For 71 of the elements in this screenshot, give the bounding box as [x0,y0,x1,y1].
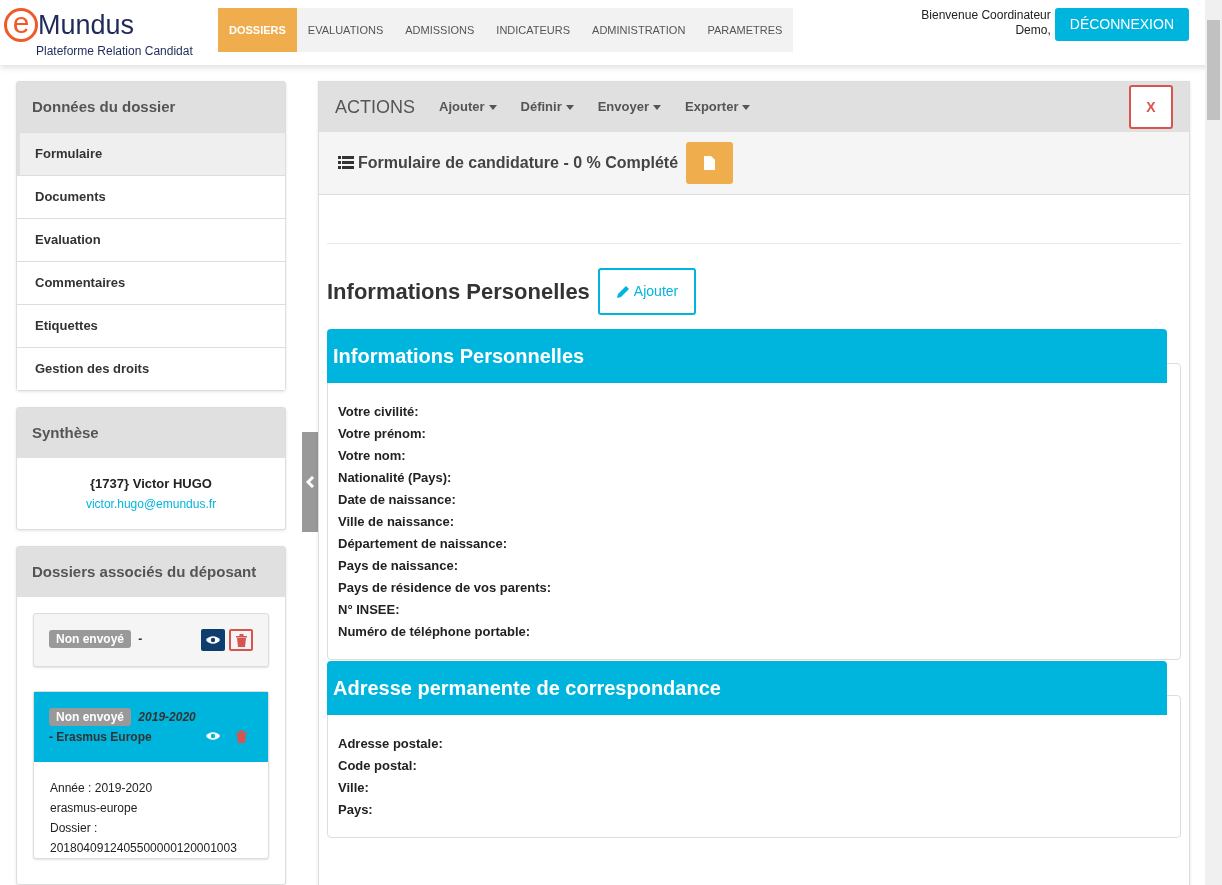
sidebar-item[interactable]: Documents [17,175,285,218]
trash-icon [235,729,247,743]
caret-icon [742,104,751,110]
panel-title: Dossiers associés du déposant [17,547,285,597]
pencil-icon [615,284,630,299]
detail-text: erasmus-europe [50,800,139,817]
caret-icon [565,104,574,110]
file-card[interactable]: Non envoyé 2019-2020 - Erasmus Europe Année : 2019-2020 erasmus-europe Dossier : 2018040912405500000120001003 [33,691,269,859]
eye-icon [206,635,220,645]
delete-button[interactable] [229,629,253,651]
field-label: Ville: [337,779,370,797]
sidebar-item[interactable]: Formulaire [17,132,285,175]
field-label: Pays: [337,801,374,819]
nav-tab[interactable]: ADMINISTRATION [581,8,697,52]
file-title: Non envoyé - [49,629,197,649]
field-label: Département de naissance: [337,535,509,553]
panel-title: Données du dossier [17,82,285,132]
field-label: Code postal: [337,757,418,775]
field-label: Ville de naissance: [337,513,456,531]
nav-tab[interactable]: PARAMETRES [696,8,794,52]
file-title: Non envoyé 2019-2020 - Erasmus Europe [49,707,197,746]
field-label: Date de naissance: [337,491,457,509]
field-label: Adresse postale: [337,735,444,753]
detail-text: Année : 2019-2020 [50,780,154,797]
caret-icon [488,104,497,110]
sidebar-item[interactable]: Gestion des droits [17,347,285,390]
collapse-handle[interactable] [302,432,318,532]
eye-icon [206,731,220,741]
list-icon [338,156,354,170]
sidebar-item[interactable]: Etiquettes [17,304,285,347]
field-label: Pays de naissance: [337,557,459,575]
field-label: Numéro de téléphone portable: [337,623,532,641]
status-badge: Non envoyé [49,630,131,648]
status-badge: Non envoyé [49,708,131,726]
field-label: N° INSEE: [337,601,401,619]
dropdown-menu-button[interactable]: Ajouter [439,97,497,117]
nav-tab[interactable]: INDICATEURS [485,8,582,52]
dropdown-menu-button[interactable]: Exporter [685,97,751,117]
nav-tab[interactable]: ADMISSIONS [394,8,486,52]
section-title: Adresse permanente de correspondance [327,661,1167,715]
nav-tab[interactable]: EVALUATIONS [296,8,395,52]
field-label: Pays de résidence de vos parents: [337,579,553,597]
scrollbar[interactable] [1205,0,1222,885]
detail-text: 2018040912405500000120001003 [50,840,238,857]
logo-name: Mundus [38,11,135,39]
section-title: Informations Personnelles [327,329,1167,383]
field-label: Votre prénom: [337,425,427,443]
close-button[interactable]: X [1129,85,1173,129]
dropdown-menu-button[interactable]: Envoyer [597,97,661,117]
view-button[interactable] [201,629,225,651]
chevron-left-icon [305,476,315,488]
caret-icon [653,104,661,110]
panel-title: Synthèse [17,408,285,458]
form-title: Formulaire de candidature - 0 % Complété [358,153,679,173]
pdf-button[interactable] [686,142,734,184]
file-card[interactable]: Non envoyé - [33,613,269,667]
sidebar-item[interactable]: Commentaires [17,261,285,304]
field-label: Nationalité (Pays): [337,469,453,487]
actions-title: ACTIONS [335,95,415,119]
dropdown-menu-button[interactable]: Définir [520,97,574,117]
field-label: Votre nom: [337,447,407,465]
sidebar-item[interactable]: Evaluation [17,218,285,261]
detail-text: Dossier : [50,820,99,837]
field-label: Votre civilité: [337,403,420,421]
applicant-name: {1737} Victor HUGO [89,475,213,493]
section-heading: Informations Personelles [327,278,590,306]
file-icon [704,156,716,170]
logo-mark: e [4,8,38,42]
welcome-text: Bienvenue Coordinateur Demo, [920,8,1051,38]
logo-tagline: Plateforme Relation Candidat [35,43,194,60]
trash-icon [235,633,247,647]
